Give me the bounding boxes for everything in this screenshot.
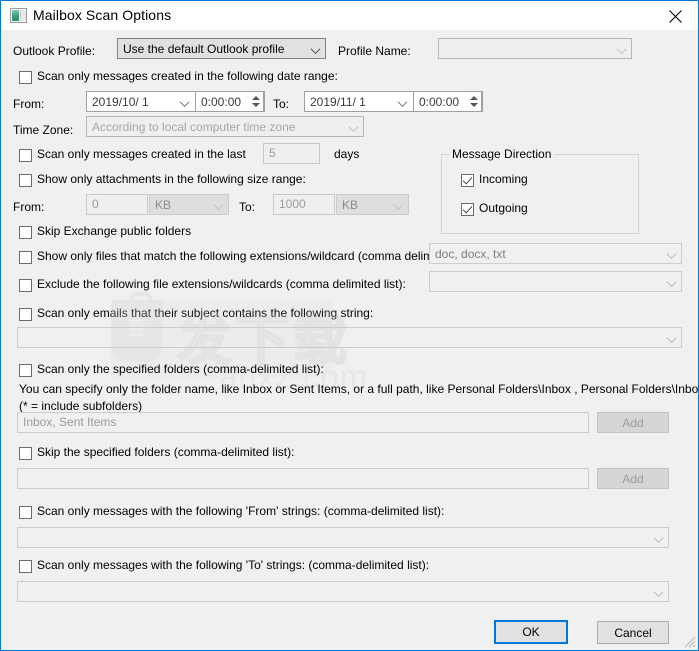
size-from-input[interactable]: 0 — [86, 194, 148, 215]
title-bar: Mailbox Scan Options — [1, 1, 698, 31]
scan-folders-input[interactable]: Inbox, Sent Items — [17, 412, 589, 433]
date-from-value: 2019/10/ 1 — [92, 94, 149, 109]
subject-contains-combo[interactable] — [17, 327, 682, 348]
last-days-checkbox[interactable] — [19, 149, 32, 162]
skip-folders-label: Skip the specified folders (comma-delimi… — [37, 445, 295, 459]
time-from-spinner[interactable] — [248, 91, 264, 112]
from-strings-checkbox[interactable] — [19, 506, 32, 519]
exclude-extensions-checkbox[interactable] — [19, 279, 32, 292]
outgoing-label: Outgoing — [479, 201, 528, 215]
cancel-button[interactable]: Cancel — [597, 621, 669, 644]
to-strings-checkbox[interactable] — [19, 560, 32, 573]
message-direction-group: Message Direction Incoming Outgoing — [441, 147, 639, 234]
time-zone-value: According to local computer time zone — [92, 119, 296, 134]
chevron-down-icon — [614, 39, 631, 58]
incoming-checkbox[interactable] — [461, 174, 474, 187]
include-extensions-label: Show only files that match the following… — [37, 249, 460, 263]
chevron-down-icon — [664, 328, 681, 347]
exclude-extensions-label: Exclude the following file extensions/wi… — [37, 277, 406, 291]
last-days-label: Scan only messages created in the last — [37, 147, 246, 161]
size-from-unit-combo[interactable]: KB — [149, 194, 229, 215]
date-to-picker[interactable]: 2019/11/ 1 — [304, 91, 414, 112]
size-from-label: From: — [13, 200, 45, 214]
last-days-input[interactable]: 5 — [263, 143, 320, 164]
size-to-unit-combo[interactable]: KB — [336, 194, 409, 215]
date-from-picker[interactable]: 2019/10/ 1 — [86, 91, 196, 112]
to-strings-label: Scan only messages with the following 'T… — [37, 558, 430, 572]
message-direction-title: Message Direction — [449, 147, 555, 161]
subject-contains-label: Scan only emails that their subject cont… — [37, 306, 374, 320]
time-zone-combo[interactable]: According to local computer time zone — [86, 116, 364, 137]
outlook-profile-label: Outlook Profile: — [13, 44, 96, 58]
date-to-label: To: — [273, 97, 290, 111]
date-from-label: From: — [13, 97, 45, 111]
resize-grip[interactable] — [684, 636, 696, 648]
skip-public-folders-label: Skip Exchange public folders — [37, 224, 192, 238]
chevron-down-icon — [664, 244, 681, 263]
outgoing-checkbox[interactable] — [461, 203, 474, 216]
size-from-unit-value: KB — [155, 197, 172, 212]
outlook-profile-value: Use the default Outlook profile — [123, 41, 285, 56]
from-strings-label: Scan only messages with the following 'F… — [37, 504, 445, 518]
size-to-label: To: — [239, 200, 256, 214]
size-to-unit-value: KB — [342, 197, 359, 212]
date-range-checkbox[interactable] — [19, 71, 32, 84]
window-title: Mailbox Scan Options — [33, 7, 172, 23]
scan-folders-label: Scan only the specified folders (comma-d… — [37, 362, 324, 376]
skip-folders-checkbox[interactable] — [19, 447, 32, 460]
mailbox-scan-options-dialog: Mailbox Scan Options Outlook Profile: Us… — [0, 0, 699, 651]
chevron-down-icon — [651, 582, 668, 601]
dialog-body: Outlook Profile: Use the default Outlook… — [1, 30, 698, 650]
last-days-unit-label: days — [334, 147, 360, 161]
ok-button[interactable]: OK — [494, 620, 568, 644]
chevron-down-icon — [395, 92, 413, 111]
time-zone-label: Time Zone: — [13, 123, 74, 137]
outlook-profile-combo[interactable]: Use the default Outlook profile — [117, 38, 326, 59]
scan-folders-hint-line1: You can specify only the folder name, li… — [19, 382, 699, 396]
incoming-label: Incoming — [479, 172, 528, 186]
include-extensions-combo[interactable]: doc, docx, txt — [429, 243, 682, 264]
skip-folders-add-button[interactable]: Add — [597, 468, 669, 489]
include-extensions-value: doc, docx, txt — [435, 246, 506, 261]
chevron-down-icon — [308, 39, 325, 58]
scan-folders-add-button[interactable]: Add — [597, 412, 669, 433]
scan-folders-checkbox[interactable] — [19, 364, 32, 377]
size-range-label: Show only attachments in the following s… — [37, 172, 306, 186]
window-panel-icon — [10, 8, 27, 23]
skip-public-folders-checkbox[interactable] — [19, 226, 32, 239]
chevron-down-icon — [177, 92, 195, 111]
include-extensions-checkbox[interactable] — [19, 251, 32, 264]
chevron-down-icon — [346, 117, 363, 136]
profile-name-combo[interactable] — [438, 38, 632, 59]
chevron-down-icon — [211, 195, 228, 214]
exclude-extensions-combo[interactable] — [429, 271, 682, 292]
scan-folders-hint-line2: (* = include subfolders) — [19, 399, 143, 413]
date-to-value: 2019/11/ 1 — [310, 94, 366, 109]
date-range-label: Scan only messages created in the follow… — [37, 69, 338, 83]
chevron-down-icon — [651, 528, 668, 547]
to-strings-combo[interactable] — [17, 581, 669, 602]
chevron-down-icon — [664, 272, 681, 291]
close-icon[interactable] — [653, 1, 698, 29]
size-range-checkbox[interactable] — [19, 174, 32, 187]
subject-contains-checkbox[interactable] — [19, 308, 32, 321]
skip-folders-input[interactable] — [17, 468, 589, 489]
profile-name-label: Profile Name: — [338, 44, 411, 58]
chevron-down-icon — [391, 195, 408, 214]
time-to-spinner[interactable] — [466, 91, 482, 112]
size-to-input[interactable]: 1000 — [273, 194, 335, 215]
from-strings-combo[interactable] — [17, 527, 669, 548]
